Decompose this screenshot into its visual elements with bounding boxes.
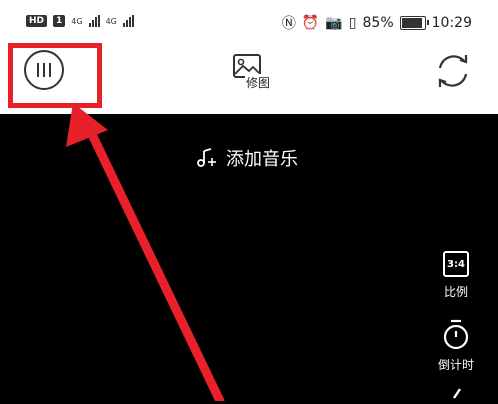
annotation-arrow-icon xyxy=(66,103,225,401)
